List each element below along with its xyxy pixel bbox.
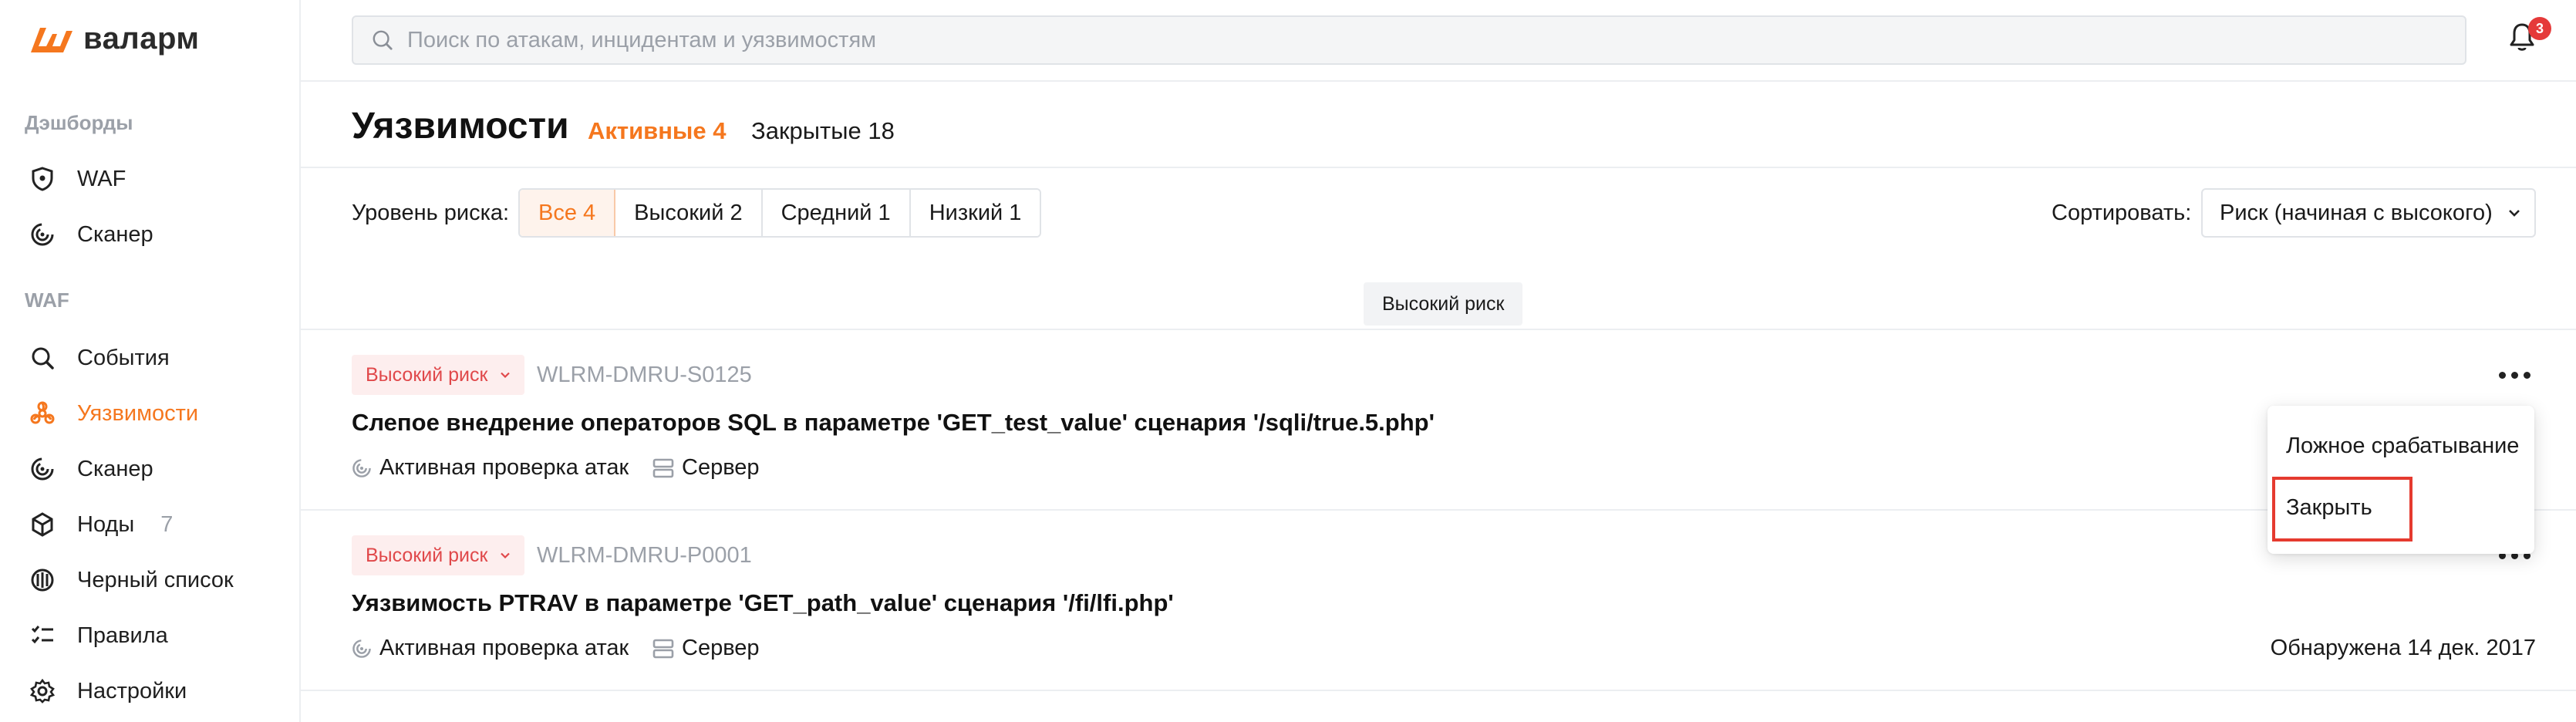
section-waf: WAF [25, 288, 69, 312]
tab-closed[interactable]: Закрытые 18 [751, 117, 895, 145]
risk-filter-all[interactable]: Все 4 [520, 190, 616, 236]
group-label-high-risk: Высокий риск [1364, 282, 1523, 326]
sidebar-item-events[interactable]: События [29, 335, 284, 381]
sidebar-item-label: WAF [77, 166, 126, 191]
menu-item-close[interactable]: Закрыть [2286, 495, 2372, 521]
blocklist-icon [29, 567, 56, 593]
context-menu: Ложное срабатывание Закрыть [2267, 406, 2534, 554]
section-dashboards: Дэшборды [25, 111, 133, 134]
sidebar-item-label: Правила [77, 622, 168, 648]
vuln-target: Сервер [652, 636, 760, 661]
sidebar-item-scanner[interactable]: Сканер [29, 446, 284, 492]
node-icon [29, 511, 56, 538]
sidebar-item-blacklist[interactable]: Черный список [29, 557, 284, 603]
divider [301, 167, 2576, 168]
sort-label: Сортировать: [2052, 201, 2192, 225]
sidebar-item-label: Черный список [77, 567, 234, 592]
found-date: Обнаружена 14 дек. 2017 [2270, 636, 2536, 660]
menu-item-false-positive[interactable]: Ложное срабатывание [2286, 434, 2519, 459]
sidebar-item-nodes[interactable]: Ноды 7 [29, 501, 284, 548]
vuln-detection: Активная проверка атак [352, 455, 629, 481]
sidebar-item-waf-dashboard[interactable]: WAF [29, 156, 284, 202]
sidebar-item-vulnerabilities[interactable]: Уязвимости [29, 390, 284, 437]
sidebar-item-label: Настройки [77, 678, 187, 703]
target-label: Сервер [682, 636, 760, 660]
target-label: Сервер [682, 455, 760, 480]
server-icon [652, 458, 674, 477]
chevron-down-icon [501, 552, 511, 559]
detection-label: Активная проверка атак [379, 455, 629, 480]
sidebar-item-label: Сканер [77, 456, 153, 481]
sidebar: валарм Дэшборды WAF Сканер WAF События У… [0, 0, 301, 722]
vuln-id: WLRM-DMRU-S0125 [537, 363, 752, 387]
rules-icon [29, 622, 56, 649]
tab-active[interactable]: Активные 4 [588, 117, 727, 145]
risk-filter-low[interactable]: Низкий 1 [910, 190, 1040, 236]
risk-badge[interactable]: Высокий риск [352, 535, 525, 575]
risk-badge-label: Высокий риск [366, 363, 488, 386]
detection-label: Активная проверка атак [379, 636, 629, 660]
vuln-target: Сервер [652, 455, 760, 481]
vuln-title[interactable]: Уязвимость PTRAV в параметре 'GET_path_v… [352, 589, 1174, 617]
risk-filter-high[interactable]: Высокий 2 [615, 190, 763, 236]
chevron-down-icon [2508, 210, 2520, 217]
radar-icon [29, 456, 56, 482]
vuln-id: WLRM-DMRU-P0001 [537, 543, 752, 568]
wallarm-logo-icon [31, 27, 72, 52]
sidebar-item-rules[interactable]: Правила [29, 612, 284, 659]
vuln-detection: Активная проверка атак [352, 636, 629, 661]
divider [301, 329, 2576, 330]
server-icon [652, 639, 674, 658]
sidebar-item-label: События [77, 345, 170, 370]
more-actions-button[interactable] [2499, 367, 2536, 383]
page-title: Уязвимости [352, 106, 569, 147]
search-icon [29, 345, 56, 371]
chevron-down-icon [501, 372, 511, 379]
sidebar-item-label: Уязвимости [77, 400, 199, 426]
risk-badge-label: Высокий риск [366, 544, 488, 566]
risk-level-label: Уровень риска: [352, 201, 510, 225]
nodes-count: 7 [160, 511, 174, 537]
search-input[interactable] [407, 27, 2412, 53]
divider [301, 509, 2576, 511]
search-icon [373, 30, 393, 50]
brand-name: валарм [83, 22, 200, 56]
sort-select[interactable]: Риск (начиная с высокого) [2201, 188, 2536, 238]
search-box[interactable] [352, 15, 2466, 65]
risk-filter-medium[interactable]: Средний 1 [762, 190, 911, 236]
risk-badge[interactable]: Высокий риск [352, 355, 525, 395]
notifications-button[interactable]: 3 [2508, 17, 2551, 59]
sidebar-item-label: Сканер [77, 221, 153, 247]
shield-icon [29, 166, 56, 192]
biohazard-icon [29, 400, 56, 427]
sidebar-item-scanner-dashboard[interactable]: Сканер [29, 211, 284, 258]
topbar: 3 [301, 0, 2576, 82]
radar-icon [29, 221, 56, 248]
sidebar-item-settings[interactable]: Настройки [29, 668, 284, 714]
risk-filter-group: Все 4 Высокий 2 Средний 1 Низкий 1 [518, 188, 1042, 238]
divider [301, 690, 2576, 691]
gear-icon [29, 678, 56, 704]
sidebar-item-label: Ноды [77, 511, 135, 537]
radar-icon [352, 639, 371, 658]
vuln-title[interactable]: Слепое внедрение операторов SQL в параме… [352, 409, 1435, 437]
notification-badge: 3 [2528, 17, 2551, 40]
radar-icon [352, 458, 371, 477]
logo[interactable]: валарм [29, 22, 199, 56]
sort-value: Риск (начиная с высокого) [2220, 200, 2493, 225]
